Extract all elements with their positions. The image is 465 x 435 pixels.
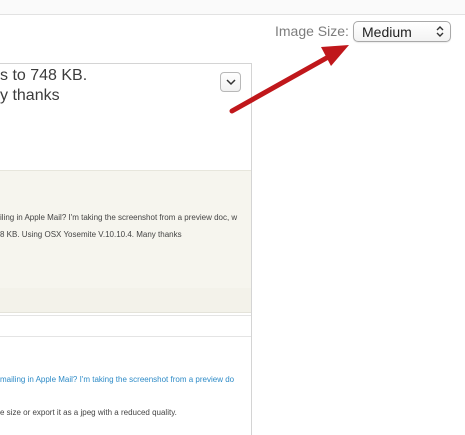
- image-size-label: Image Size:: [275, 23, 349, 39]
- question-title-line-2: y thanks: [0, 87, 60, 104]
- image-size-value: Medium: [362, 24, 412, 40]
- document-panel: s to 748 KB. y thanks iling in Apple Mai…: [0, 63, 252, 435]
- question-body-line-2: 8 KB. Using OSX Yosemite V.10.10.4. Many…: [0, 230, 182, 239]
- image-size-select[interactable]: Medium: [353, 21, 451, 42]
- top-toolbar-strip: [0, 0, 465, 15]
- collapse-button[interactable]: [220, 72, 241, 92]
- divider: [0, 315, 251, 316]
- answer-text: e size or export it as a jpeg with a red…: [0, 408, 177, 417]
- question-title-line-1: s to 748 KB.: [0, 67, 88, 84]
- up-down-chevron-icon: [434, 23, 446, 40]
- quoted-question-link[interactable]: mailing in Apple Mail? I'm taking the sc…: [0, 375, 234, 384]
- question-footer-bar: [0, 288, 251, 313]
- question-body-line-1: iling in Apple Mail? I'm taking the scre…: [0, 213, 238, 222]
- divider: [0, 336, 251, 337]
- question-body-block: iling in Apple Mail? I'm taking the scre…: [0, 170, 251, 290]
